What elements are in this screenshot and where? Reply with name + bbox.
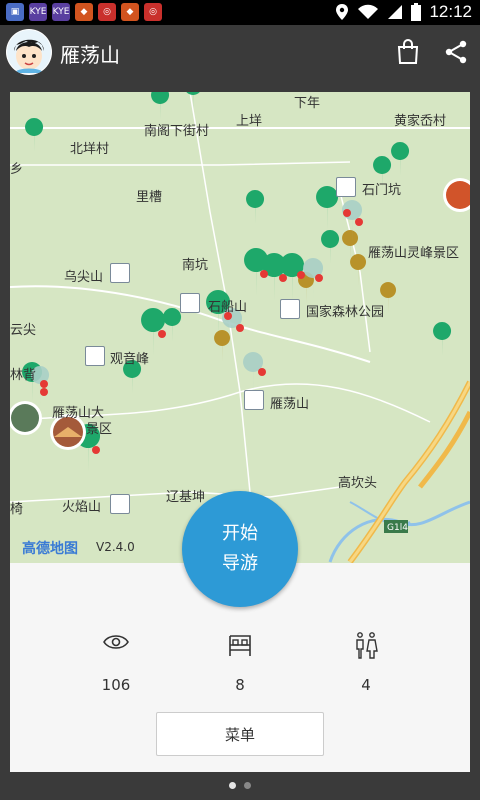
map-label: 北垟村: [70, 142, 110, 157]
target-icon: ◎: [144, 3, 162, 21]
mountain-icon: [110, 494, 130, 514]
notification-icons: ▣ KYE KYE ◆ ◎ ◆ ◎: [6, 3, 162, 21]
map-label: 乌尖山: [64, 270, 104, 285]
start-tour-button[interactable]: 开始 导游: [182, 491, 298, 607]
mountain-icon: [180, 293, 200, 313]
avatar-face-icon: [7, 30, 51, 74]
fox-icon: ◆: [121, 3, 139, 21]
map-provider-logo: 高德地图: [22, 541, 78, 557]
map-label: 高坎头: [338, 476, 378, 491]
status-bar: ▣ KYE KYE ◆ ◎ ◆ ◎ 12:12: [0, 0, 480, 25]
map-label: 观音峰: [110, 352, 150, 367]
eye-icon: [103, 635, 129, 649]
restroom-icon: [356, 632, 378, 659]
map-label: 雁荡山: [270, 397, 310, 412]
mountain-icon: [336, 177, 356, 197]
map-label: 国家森林公园: [306, 305, 385, 320]
location-icon: [336, 4, 349, 20]
map-label: 石船山: [208, 300, 248, 315]
page-dot-active[interactable]: [229, 782, 236, 789]
map-label: 黄家岙村: [394, 114, 447, 129]
map-label: 景区: [86, 422, 113, 437]
kye-icon: KYE: [29, 3, 47, 21]
fox-icon: ◆: [75, 3, 93, 21]
mountain-icon: [110, 263, 130, 283]
share-icon[interactable]: [444, 40, 468, 64]
avatar[interactable]: [6, 29, 52, 75]
map-label: 石门坑: [362, 183, 402, 198]
signal-icon: [388, 5, 403, 19]
park-icon: [280, 299, 300, 319]
page-indicator: [0, 782, 480, 794]
target-icon: ◎: [98, 3, 116, 21]
scenic-card: G1l4 下年 南阁下街村 上垟 黄家岙村 北垟村 乡 里槽 石门坑 雁荡山灵峰…: [10, 92, 470, 772]
start-tour-label-1: 开始: [222, 523, 258, 544]
map-label: 椅: [10, 502, 24, 517]
clock: 12:12: [429, 2, 472, 21]
map-label: 林背: [10, 368, 37, 383]
map-label: 里槽: [136, 190, 163, 205]
stats-row: 106 8 4: [10, 632, 470, 702]
start-tour-label-2: 导游: [222, 553, 258, 574]
hotels-count: 8: [235, 676, 245, 694]
mountain-icon: [244, 390, 264, 410]
status-indicators: 12:12: [335, 2, 472, 22]
map-label: 上垟: [236, 114, 263, 129]
map-label: 辽基坤: [166, 490, 206, 505]
mountain-icon: [85, 346, 105, 366]
restrooms-count: 4: [361, 676, 371, 694]
wifi-icon: [358, 4, 379, 19]
map-label: 南坑: [182, 258, 209, 273]
kye-icon: KYE: [52, 3, 70, 21]
map-label: 云尖: [10, 323, 37, 338]
highway-label: G1l4: [387, 523, 408, 533]
map-label: 雁荡山灵峰景区: [368, 246, 460, 261]
map-label: 下年: [294, 96, 321, 111]
map-version: V2.4.0: [96, 540, 135, 554]
page-title: 雁荡山: [60, 43, 120, 67]
battery-icon: [411, 3, 422, 21]
app-icon: ▣: [6, 3, 24, 21]
page-dot[interactable]: [244, 782, 251, 789]
shopping-bag-icon[interactable]: [396, 39, 420, 65]
bed-icon: [229, 635, 251, 656]
map-label: 火焰山: [62, 500, 102, 515]
map-label: 南阁下街村: [144, 124, 210, 139]
map-label: 乡: [10, 162, 24, 177]
attractions-count: 106: [101, 676, 131, 694]
menu-button[interactable]: 菜单: [156, 712, 324, 756]
app-bar: 雁荡山: [0, 25, 480, 81]
